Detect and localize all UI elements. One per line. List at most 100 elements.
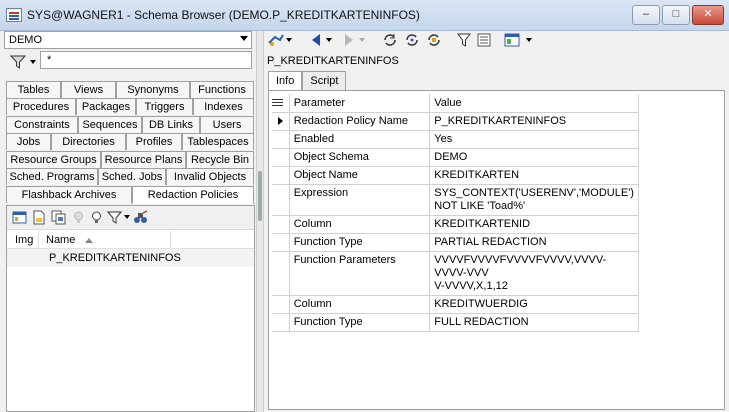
refresh-object-icon[interactable] [426, 32, 442, 48]
row-indicator[interactable] [272, 165, 290, 185]
copy-icon[interactable] [51, 210, 66, 225]
row-indicator[interactable] [272, 129, 290, 149]
row-indicator[interactable] [272, 294, 290, 314]
value-cell[interactable]: SYS_CONTEXT('USERENV','MODULE') NOT LIKE… [429, 183, 639, 216]
export-icon[interactable] [12, 210, 27, 225]
tab-packages[interactable]: Packages [76, 98, 136, 115]
row-indicator[interactable] [272, 147, 290, 167]
value-cell[interactable]: KREDITKARTENID [429, 214, 639, 234]
minimize-button[interactable]: – [632, 5, 660, 25]
tab-info[interactable]: Info [268, 71, 303, 90]
filter-icon[interactable] [456, 32, 472, 48]
parameter-cell[interactable]: Function Type [288, 232, 431, 252]
list-item[interactable]: P_KREDITKARTENINFOS [7, 249, 254, 267]
filter-dropdown-icon[interactable] [124, 215, 130, 219]
tab-resource-plans[interactable]: Resource Plans [101, 151, 186, 168]
filter-icon[interactable] [106, 210, 123, 225]
value-cell[interactable]: Yes [429, 129, 639, 149]
value-cell[interactable]: VVVVFVVVVFVVVVFVVVV,VVVV-VVVV-VVV V-VVVV… [429, 250, 639, 296]
table-row[interactable]: Enabled Yes [272, 129, 639, 149]
tab-triggers[interactable]: Triggers [136, 98, 193, 115]
column-name[interactable]: Name [46, 234, 75, 246]
binoculars-icon[interactable] [133, 210, 148, 225]
filter-icon[interactable] [10, 55, 26, 69]
parameter-cell[interactable]: Column [288, 294, 431, 314]
tab-recycle-bin[interactable]: Recycle Bin [186, 151, 254, 168]
list-view-icon[interactable] [476, 32, 492, 48]
tab-indexes[interactable]: Indexes [193, 98, 254, 115]
layout-icon[interactable] [504, 32, 520, 48]
parameter-cell[interactable]: Object Schema [288, 147, 431, 167]
column-img[interactable]: Img [15, 234, 33, 246]
row-indicator[interactable] [272, 183, 290, 216]
table-row[interactable]: Object Schema DEMO [272, 147, 639, 167]
parameter-cell[interactable]: Expression [288, 183, 431, 216]
parameter-cell[interactable]: Function Parameters [288, 250, 431, 296]
parameter-cell[interactable]: Column [288, 214, 431, 234]
tab-invalid-objects[interactable]: Invalid Objects [166, 168, 254, 185]
grid-menu-icon[interactable] [272, 98, 283, 108]
tab-profiles[interactable]: Profiles [126, 133, 182, 150]
parameter-cell[interactable]: Object Name [288, 165, 431, 185]
value-cell[interactable]: P_KREDITKARTENINFOS [429, 111, 639, 131]
table-row[interactable]: Expression SYS_CONTEXT('USERENV','MODULE'… [272, 183, 639, 216]
table-row[interactable]: Column KREDITKARTENID [272, 214, 639, 234]
table-row[interactable]: Function Type FULL REDACTION [272, 312, 639, 332]
tab-constraints[interactable]: Constraints [6, 116, 78, 133]
tab-flashback-archives[interactable]: Flashback Archives [6, 186, 132, 203]
tab-users[interactable]: Users [200, 116, 254, 133]
refresh-all-icon[interactable] [404, 32, 420, 48]
plan-dropdown-icon[interactable] [286, 38, 292, 42]
filter-dropdown-icon[interactable] [30, 60, 36, 64]
tab-procedures[interactable]: Procedures [6, 98, 76, 115]
tab-script[interactable]: Script [302, 71, 347, 90]
row-indicator[interactable] [272, 250, 290, 296]
value-cell[interactable]: DEMO [429, 147, 639, 167]
value-cell[interactable]: PARTIAL REDACTION [429, 232, 639, 252]
schema-select[interactable]: DEMO [4, 31, 252, 49]
plan-icon[interactable] [268, 32, 284, 48]
tab-sched-jobs[interactable]: Sched. Jobs [98, 168, 166, 185]
parameter-cell[interactable]: Enabled [288, 129, 431, 149]
row-indicator[interactable] [272, 232, 290, 252]
new-object-icon[interactable] [31, 210, 46, 225]
table-row[interactable]: Column KREDITWUERDIG [272, 294, 639, 314]
tab-directories[interactable]: Directories [51, 133, 126, 150]
table-row[interactable]: Object Name KREDITKARTEN [272, 165, 639, 185]
grid-corner[interactable] [272, 94, 290, 113]
row-indicator[interactable] [272, 111, 290, 131]
tab-synonyms[interactable]: Synonyms [116, 81, 190, 98]
tab-resource-groups[interactable]: Resource Groups [6, 151, 101, 168]
tab-tablespaces[interactable]: Tablespaces [182, 133, 254, 150]
table-row[interactable]: Function Type PARTIAL REDACTION [272, 232, 639, 252]
bulb-icon[interactable] [89, 210, 104, 225]
splitter-grip[interactable] [258, 171, 262, 221]
tab-views[interactable]: Views [61, 81, 116, 98]
close-button[interactable]: ✕ [692, 5, 724, 25]
layout-dropdown-icon[interactable] [526, 38, 532, 42]
panel-splitter[interactable] [256, 31, 264, 412]
back-dropdown-icon[interactable] [326, 38, 332, 42]
row-indicator[interactable] [272, 312, 290, 332]
tab-sched-programs[interactable]: Sched. Programs [6, 168, 98, 185]
maximize-button[interactable]: □ [662, 5, 690, 25]
row-indicator[interactable] [272, 214, 290, 234]
parameter-cell[interactable]: Redaction Policy Name [288, 111, 431, 131]
tab-db-links[interactable]: DB Links [142, 116, 200, 133]
tab-functions[interactable]: Functions [190, 81, 254, 98]
refresh-icon[interactable] [382, 32, 398, 48]
object-filter-input[interactable]: * [40, 51, 252, 69]
value-cell[interactable]: KREDITKARTEN [429, 165, 639, 185]
table-row[interactable]: Function Parameters VVVVFVVVVFVVVVFVVVV,V… [272, 250, 639, 296]
tab-redaction-policies[interactable]: Redaction Policies [132, 186, 254, 204]
back-icon[interactable] [308, 32, 324, 48]
value-cell[interactable]: KREDITWUERDIG [429, 294, 639, 314]
value-cell[interactable]: FULL REDACTION [429, 312, 639, 332]
table-row[interactable]: Redaction Policy Name P_KREDITKARTENINFOS [272, 111, 639, 131]
tab-sequences[interactable]: Sequences [78, 116, 142, 133]
column-value[interactable]: Value [429, 94, 639, 113]
column-parameter[interactable]: Parameter [289, 94, 431, 113]
tab-jobs[interactable]: Jobs [6, 133, 51, 150]
tab-tables[interactable]: Tables [6, 81, 61, 98]
parameter-cell[interactable]: Function Type [288, 312, 431, 332]
